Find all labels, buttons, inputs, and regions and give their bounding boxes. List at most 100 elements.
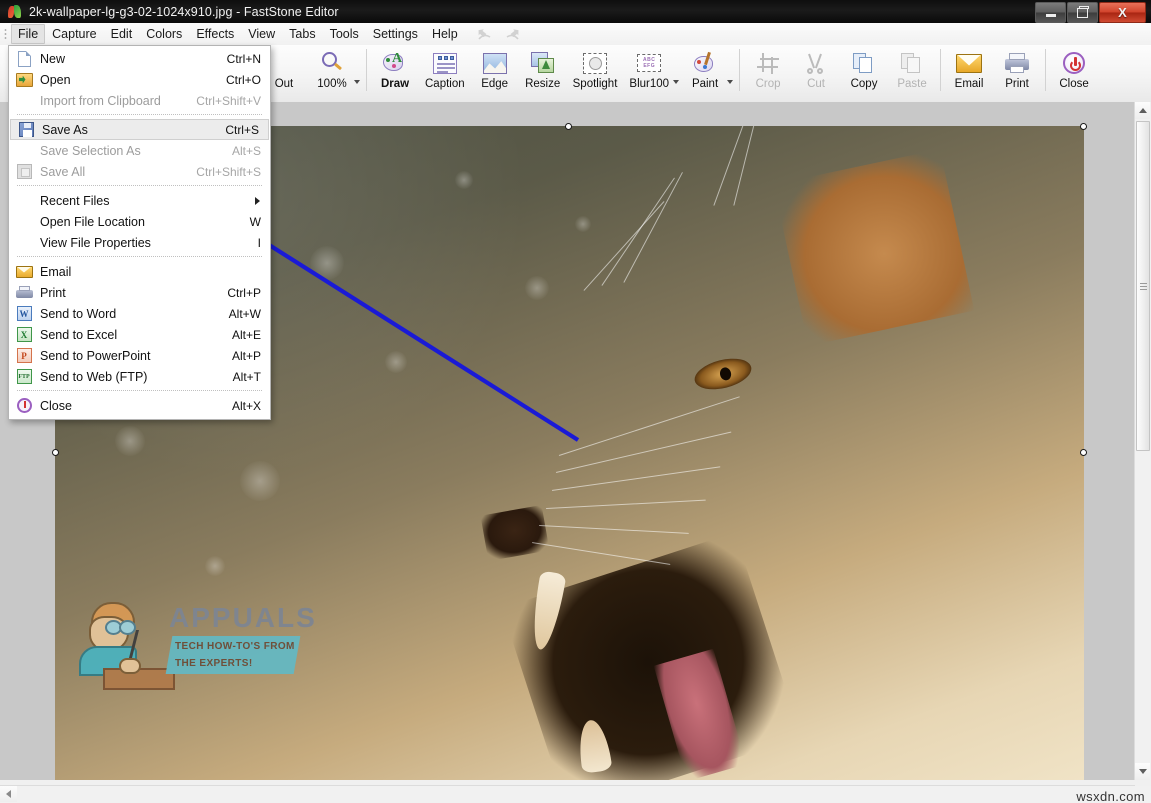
redo-icon[interactable] — [504, 28, 520, 41]
file-menu-item-send-to-web-ftp[interactable]: FTP Send to Web (FTP) Alt+T — [9, 366, 270, 387]
file-menu-item-shortcut: Ctrl+Shift+S — [196, 164, 261, 179]
toolbar-button-cut[interactable]: Cut — [792, 45, 840, 98]
file-menu-item-shortcut: Alt+W — [228, 306, 261, 321]
scroll-left-button[interactable] — [0, 786, 17, 802]
toolbar-button-paint[interactable]: Paint — [681, 45, 729, 98]
toolbar-button-caption[interactable]: Caption — [419, 45, 471, 98]
window-title: 2k-wallpaper-lg-g3-02-1024x910.jpg - Fas… — [29, 4, 339, 19]
selection-handle-top-center[interactable] — [565, 123, 572, 130]
menu-icon-placeholder — [13, 92, 35, 110]
zoom-level-icon — [320, 49, 344, 77]
file-menu-dropdown[interactable]: New Ctrl+N Open Ctrl+O Import from Clipboard… — [8, 45, 271, 420]
toolbar-button-zoom-level[interactable]: 100% — [308, 45, 356, 98]
vertical-scroll-thumb[interactable] — [1136, 121, 1150, 451]
menu-icon-placeholder — [13, 234, 35, 252]
file-menu-item-label: Open File Location — [40, 214, 145, 229]
maximize-button[interactable] — [1067, 2, 1098, 23]
file-menu-item-shortcut: Ctrl+N — [226, 51, 261, 66]
menu-item-view[interactable]: View — [241, 24, 282, 44]
menu-item-help[interactable]: Help — [425, 24, 465, 44]
file-menu-item-shortcut: Alt+E — [231, 327, 261, 342]
save-icon — [15, 121, 37, 139]
selection-handle-middle-right[interactable] — [1080, 449, 1087, 456]
selection-handle-middle-left[interactable] — [52, 449, 59, 456]
toolbar-button-draw[interactable]: A Draw — [371, 45, 419, 98]
undo-icon[interactable] — [477, 28, 493, 41]
file-menu-item-send-to-excel[interactable]: X Send to Excel Alt+E — [9, 324, 270, 345]
file-menu-item-open[interactable]: Open Ctrl+O — [9, 69, 270, 90]
file-menu-item-label: Close — [40, 398, 72, 413]
file-menu-item-save-all: Save All Ctrl+Shift+S — [9, 161, 270, 182]
draw-icon: A — [382, 49, 408, 77]
file-menu-item-view-file-properties[interactable]: View File Properties I — [9, 232, 270, 253]
print-icon — [1005, 49, 1030, 77]
file-menu-item-shortcut: Ctrl+S — [225, 122, 259, 137]
minimize-button[interactable] — [1035, 2, 1066, 23]
undo-redo-group — [477, 28, 520, 41]
menu-item-file[interactable]: File — [11, 24, 46, 44]
menu-item-tabs[interactable]: Tabs — [282, 24, 322, 44]
file-menu-item-print[interactable]: Print Ctrl+P — [9, 282, 270, 303]
file-menu-item-label: New — [40, 51, 66, 66]
menu-item-tools[interactable]: Tools — [323, 24, 366, 44]
menu-item-capture[interactable]: Capture — [45, 24, 103, 44]
horizontal-scrollbar[interactable] — [0, 785, 1135, 803]
file-menu-item-open-file-location[interactable]: Open File Location W — [9, 211, 270, 232]
toolbar-button-resize[interactable]: Resize — [519, 45, 567, 98]
copy-icon — [853, 49, 875, 77]
file-menu-item-shortcut: Ctrl+P — [227, 285, 261, 300]
file-menu-item-label: Send to Word — [40, 306, 117, 321]
file-menu-item-save-as[interactable]: Save As Ctrl+S — [10, 119, 269, 140]
file-menu-item-close[interactable]: Close Alt+X — [9, 395, 270, 416]
file-menu-item-label: Recent Files — [40, 193, 110, 208]
scroll-down-button[interactable] — [1135, 763, 1150, 780]
file-menu-item-import-from-clipboard: Import from Clipboard Ctrl+Shift+V — [9, 90, 270, 111]
blur-icon: ABC EFG — [637, 49, 662, 77]
file-menu-item-send-to-word[interactable]: W Send to Word Alt+W — [9, 303, 270, 324]
selection-handle-top-right[interactable] — [1080, 123, 1087, 130]
word-icon: W — [13, 305, 35, 323]
file-menu-item-send-to-powerpoint[interactable]: P Send to PowerPoint Alt+P — [9, 345, 270, 366]
menu-separator — [17, 256, 262, 258]
file-menu-item-new[interactable]: New Ctrl+N — [9, 48, 270, 69]
menu-item-colors[interactable]: Colors — [139, 24, 189, 44]
file-menu-item-shortcut: Alt+T — [232, 369, 261, 384]
file-menu-item-email[interactable]: Email — [9, 261, 270, 282]
file-menu-item-label: Open — [40, 72, 71, 87]
file-menu-item-label: Save All — [40, 164, 86, 179]
scroll-up-button[interactable] — [1135, 102, 1150, 119]
menu-item-settings[interactable]: Settings — [366, 24, 425, 44]
menu-separator — [17, 114, 262, 116]
toolbar-button-blur[interactable]: ABC EFG Blur100 — [623, 45, 675, 98]
file-menu-item-shortcut: Alt+X — [231, 398, 261, 413]
menu-item-effects[interactable]: Effects — [189, 24, 241, 44]
resize-icon — [530, 49, 555, 77]
toolbar-button-paste[interactable]: Paste — [888, 45, 936, 98]
vertical-scrollbar[interactable] — [1134, 102, 1151, 780]
menu-drag-grip[interactable] — [2, 27, 10, 41]
menu-item-edit[interactable]: Edit — [104, 24, 140, 44]
file-menu-item-shortcut: Ctrl+O — [225, 72, 261, 87]
watermark-brand: APPUALS — [169, 602, 317, 633]
file-menu-item-save-selection-as: Save Selection As Alt+S — [9, 140, 270, 161]
file-menu-item-recent-files[interactable]: Recent Files — [9, 190, 270, 211]
menu-bar: File Capture Edit Colors Effects View Tabs Tool… — [0, 23, 1151, 46]
toolbar-button-copy[interactable]: Copy — [840, 45, 888, 98]
toolbar-button-close[interactable]: Close — [1050, 45, 1098, 98]
file-menu-item-label: View File Properties — [40, 235, 151, 250]
toolbar-button-crop[interactable]: Crop — [744, 45, 792, 98]
toolbar-button-edge[interactable]: Edge — [471, 45, 519, 98]
crop-icon — [757, 49, 780, 77]
file-menu-item-label: Save Selection As — [40, 143, 141, 158]
caption-icon — [432, 49, 457, 77]
toolbar-button-print[interactable]: Print — [993, 45, 1041, 98]
file-menu-item-label: Send to Web (FTP) — [40, 369, 148, 384]
appuals-watermark: APPUALS TECH HOW-TO'S FROM THE EXPERTS! — [75, 596, 315, 691]
toolbar-button-email[interactable]: Email — [945, 45, 993, 98]
edge-icon — [482, 49, 507, 77]
close-window-button[interactable]: X — [1099, 2, 1146, 23]
faststone-editor-window: 2k-wallpaper-lg-g3-02-1024x910.jpg - Fas… — [0, 0, 1151, 803]
menu-separator — [17, 390, 262, 392]
toolbar-button-spotlight[interactable]: Spotlight — [567, 45, 624, 98]
window-controls: X — [1034, 2, 1146, 23]
